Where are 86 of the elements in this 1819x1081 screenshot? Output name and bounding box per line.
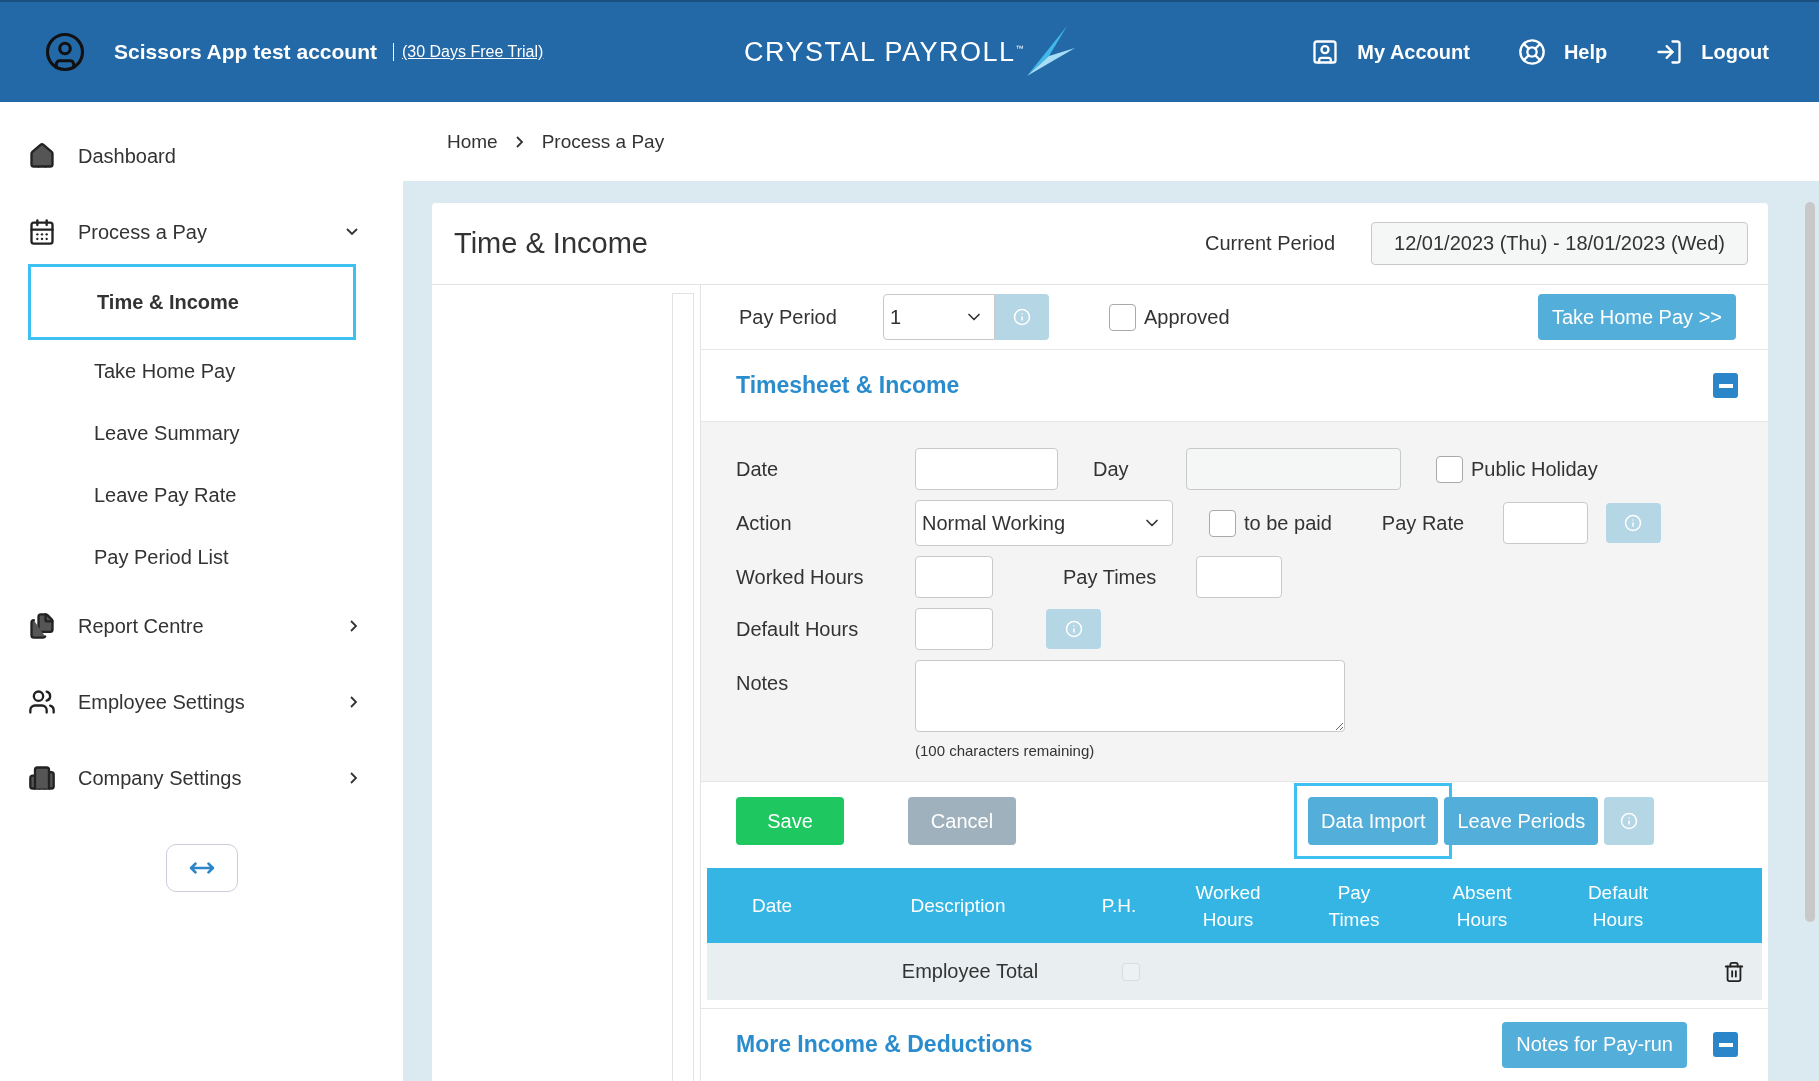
field-label: Worked Hours <box>736 565 865 589</box>
home-icon <box>28 142 56 170</box>
pay-period-select[interactable]: 1 <box>883 294 995 340</box>
info-button[interactable] <box>1604 797 1655 845</box>
collapse-button[interactable] <box>1713 1032 1738 1057</box>
worked-hours-field[interactable] <box>915 556 993 598</box>
checkbox[interactable] <box>1436 455 1463 483</box>
scrollbar[interactable] <box>1805 202 1815 922</box>
field-label: Default Hours <box>736 617 860 641</box>
pay-times-field[interactable] <box>1196 556 1282 598</box>
chevron-icon[interactable] <box>346 228 358 236</box>
section-title: More Income & Deductions <box>736 1031 1034 1058</box>
sidebar-item[interactable]: Report Centre <box>78 614 350 638</box>
column-header: P.H. <box>1100 894 1138 918</box>
default-hours-field[interactable] <box>915 608 993 650</box>
delete-button[interactable] <box>1723 960 1745 983</box>
checkbox-label: Public Holiday <box>1471 457 1598 481</box>
action-select[interactable]: Normal Working <box>915 500 1173 546</box>
sidebar-subitem[interactable]: Pay Period List <box>28 526 356 588</box>
sidebar-item[interactable]: Company Settings <box>78 766 350 790</box>
minus-icon <box>1718 1042 1733 1047</box>
chevron-icon[interactable] <box>350 772 358 784</box>
period-label: Current Period <box>1205 232 1336 255</box>
nav-link[interactable]: My Account <box>1311 38 1470 66</box>
info-button[interactable] <box>995 294 1049 340</box>
trial-link[interactable]: (30 Days Free Trial) <box>392 43 544 61</box>
logo-text: CRYSTAL PAYROLL$^{™}$ <box>744 36 1026 68</box>
info-button[interactable] <box>1046 609 1101 649</box>
checkbox[interactable] <box>1209 509 1236 537</box>
sidebar-item[interactable]: Dashboard <box>78 144 358 168</box>
field-label: Day <box>1093 457 1130 481</box>
checkbox[interactable] <box>1109 303 1136 331</box>
column-header: Pay Times <box>1327 880 1381 932</box>
sidebar-subitem[interactable]: Leave Summary <box>28 402 356 464</box>
column-header: Default Hours <box>1586 880 1650 932</box>
field-label: Notes <box>736 672 790 695</box>
calendar-icon <box>28 218 56 246</box>
field-label: Date <box>736 457 780 481</box>
collapse-sidebar-button[interactable] <box>166 844 238 892</box>
nav-link[interactable]: Help <box>1517 38 1608 66</box>
info-icon <box>1013 308 1031 326</box>
sidebar-subitem[interactable]: Take Home Pay <box>28 340 356 402</box>
nav-link[interactable]: Logout <box>1655 38 1769 66</box>
characters-remaining: (100 characters remaining) <box>915 742 1095 759</box>
user-icon <box>44 31 86 73</box>
column-header: Absent Hours <box>1451 880 1513 932</box>
table-cell-text: Employee Total <box>900 960 1040 983</box>
chevron-icon[interactable] <box>350 696 358 708</box>
field-label: Action <box>736 511 793 535</box>
collapse-button[interactable] <box>1713 373 1738 398</box>
checkbox-label: to be paid <box>1244 511 1332 535</box>
trash-icon <box>1723 960 1745 983</box>
card-title: Time & Income <box>454 227 649 260</box>
period-field: 12/01/2023 (Thu) - 18/01/2023 (Wed) <box>1371 222 1748 265</box>
help-icon <box>1517 38 1546 66</box>
logout-icon <box>1655 38 1684 66</box>
breadcrumb-separator-icon <box>515 135 524 148</box>
minus-icon <box>1718 383 1733 388</box>
day-field[interactable] <box>1186 448 1401 490</box>
field-label: Pay Times <box>1063 565 1158 589</box>
column-header: Description <box>909 894 1007 918</box>
breadcrumb-link[interactable]: Process a Pay <box>541 130 665 153</box>
field-label: Pay Rate <box>1381 511 1466 535</box>
field-label: Pay Period <box>739 305 838 329</box>
documents-icon <box>28 612 56 640</box>
column-header: Worked Hours <box>1194 880 1262 932</box>
date-field[interactable] <box>915 448 1058 490</box>
sidebar-subitem[interactable]: Time & Income <box>28 264 356 340</box>
breadcrumb-link[interactable]: Home <box>447 130 498 153</box>
chevron-icon[interactable] <box>350 620 358 632</box>
pay-rate-field[interactable] <box>1502 502 1588 544</box>
info-button[interactable] <box>1605 503 1661 543</box>
user-card-icon <box>1311 38 1340 66</box>
notes-field[interactable] <box>915 660 1345 732</box>
building-icon <box>28 764 56 792</box>
account-name: Scissors App test account <box>114 40 377 64</box>
info-icon <box>1624 514 1643 532</box>
people-icon <box>28 688 56 716</box>
info-icon <box>1620 812 1639 830</box>
checkbox-label: Approved <box>1144 305 1230 329</box>
sidebar-subitem[interactable]: Leave Pay Rate <box>28 464 356 526</box>
sidebar-item[interactable]: Process a Pay <box>78 220 346 244</box>
sidebar-item[interactable]: Employee Settings <box>78 690 350 714</box>
info-icon <box>1064 620 1083 638</box>
section-title: Timesheet & Income <box>736 372 961 399</box>
column-header: Date <box>750 894 794 918</box>
